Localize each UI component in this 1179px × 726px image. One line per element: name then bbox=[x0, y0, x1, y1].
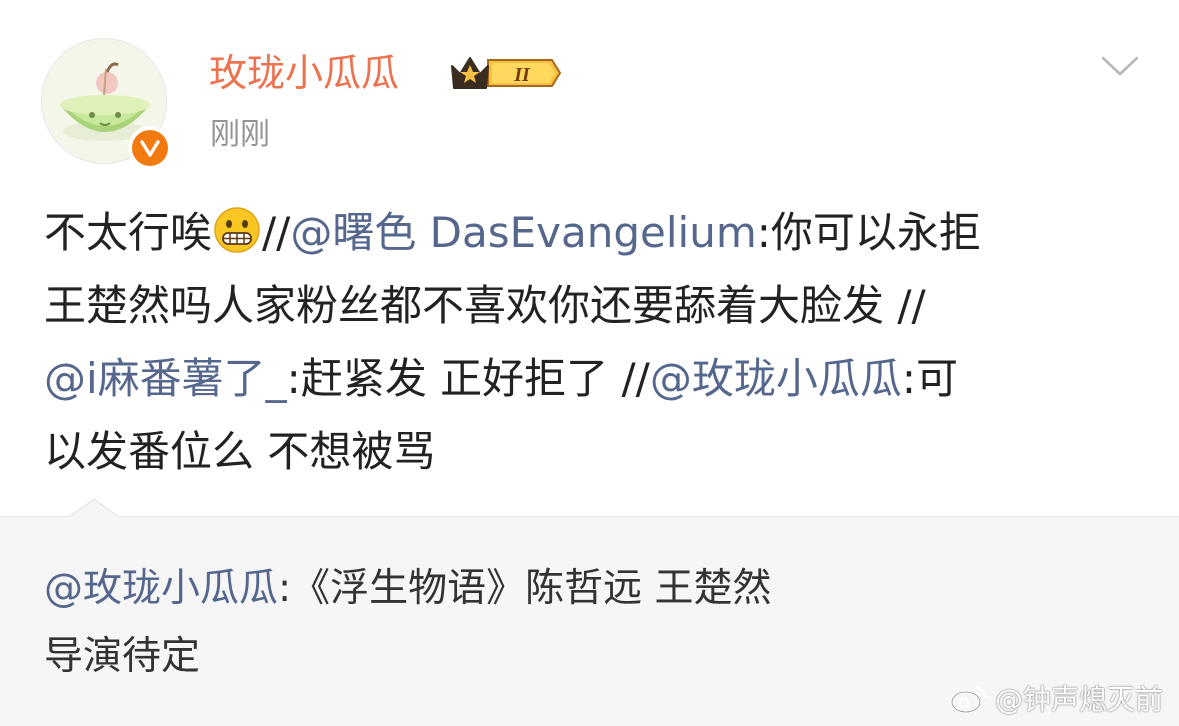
badge-level-text: II bbox=[513, 64, 531, 86]
watermark: @钟声熄灭前 bbox=[949, 678, 1163, 718]
body-line-4: 以发番位么 不想被骂 bbox=[44, 427, 436, 476]
verified-v-icon bbox=[132, 130, 168, 166]
chevron-down-icon[interactable] bbox=[1100, 52, 1140, 80]
original-text-segment: :《浮生物语》陈哲远 王楚然 bbox=[278, 566, 772, 611]
mention-link[interactable]: @玫珑小瓜瓜 bbox=[650, 354, 902, 403]
grimacing-emoji-icon bbox=[212, 205, 262, 255]
mention-link[interactable]: @曙色 DasEvangelium bbox=[290, 208, 756, 257]
author-name[interactable]: 玫珑小瓜瓜 bbox=[209, 47, 399, 99]
body-line-2: 王楚然吗人家粉丝都不喜欢你还要舔着大脸发 // bbox=[44, 281, 926, 330]
body-text-segment: :可 bbox=[901, 354, 958, 403]
original-line-1: @玫珑小瓜瓜:《浮生物语》陈哲远 王楚然 bbox=[44, 555, 1144, 623]
weibo-logo-icon bbox=[950, 686, 987, 714]
mention-link[interactable]: @玫珑小瓜瓜 bbox=[44, 566, 278, 611]
mention-link[interactable]: @i麻番薯了_ bbox=[44, 354, 287, 403]
repost-pointer bbox=[70, 498, 118, 517]
member-level-badge[interactable]: II bbox=[448, 50, 562, 96]
body-text-segment: :你可以永拒 bbox=[756, 208, 981, 257]
verified-badge bbox=[128, 126, 172, 170]
repost-separator: // bbox=[262, 208, 291, 257]
weibo-post: 玫珑小瓜瓜 II 刚刚 不太行唉 //@曙色 DasEvangelium:你可以… bbox=[0, 0, 1179, 516]
body-line-3: @i麻番薯了_:赶紧发 正好拒了 //@玫珑小瓜瓜:可 bbox=[44, 342, 1144, 415]
body-line-1: 不太行唉 //@曙色 DasEvangelium:你可以永拒 bbox=[44, 196, 1144, 269]
watermark-text: @钟声熄灭前 bbox=[994, 683, 1163, 716]
body-text-segment: :赶紧发 正好拒了 // bbox=[286, 354, 650, 403]
body-text-segment: 不太行唉 bbox=[44, 208, 213, 257]
post-time: 刚刚 bbox=[210, 117, 270, 152]
original-post-text: @玫珑小瓜瓜:《浮生物语》陈哲远 王楚然 导演待定 bbox=[44, 555, 1144, 691]
post-body: 不太行唉 //@曙色 DasEvangelium:你可以永拒 王楚然吗人家粉丝都… bbox=[44, 196, 1144, 488]
